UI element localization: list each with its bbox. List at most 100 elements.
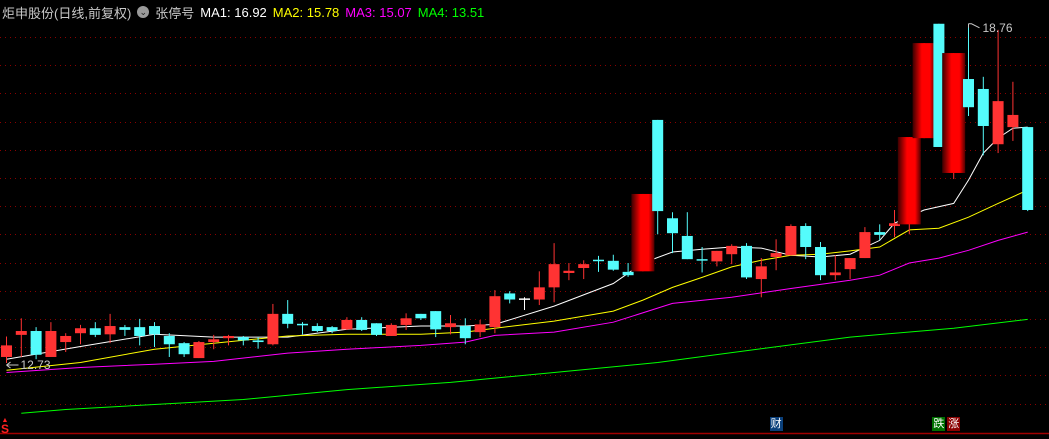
candle-body <box>963 79 974 108</box>
candle-body <box>1022 127 1034 210</box>
candle <box>741 243 752 280</box>
candle-body <box>134 327 146 336</box>
high-price-pointer-icon <box>968 23 980 29</box>
ma3-value: MA3: 15.07 <box>345 4 412 20</box>
candle <box>548 243 560 303</box>
candle-body <box>178 343 190 355</box>
candle-body <box>741 245 752 278</box>
candle <box>563 263 575 281</box>
candle-body <box>297 323 308 326</box>
ma1-line <box>6 126 1028 360</box>
candle-body <box>119 327 131 330</box>
candle <box>607 254 619 271</box>
candle-body <box>533 287 545 300</box>
ma2-value: MA2: 15.78 <box>272 4 340 20</box>
candle <box>1007 81 1019 141</box>
chevron-down-icon[interactable]: ⌄ <box>137 6 150 18</box>
candle-body <box>459 326 471 339</box>
candle-body <box>800 226 812 248</box>
candle-body <box>770 253 782 257</box>
candle <box>593 255 604 272</box>
candle <box>711 250 723 267</box>
candle <box>489 290 501 334</box>
candle-body <box>371 323 382 335</box>
candle <box>178 342 190 357</box>
grid-lines <box>0 37 1049 405</box>
candle-body <box>977 88 989 126</box>
high-price-label: 18.76 <box>983 21 1013 35</box>
candle <box>785 224 797 256</box>
stock-title: 炬申股份(日线,前复权) <box>2 5 132 21</box>
candle <box>267 303 279 346</box>
candle-body <box>667 218 678 234</box>
candle-body <box>815 247 826 276</box>
candle-body <box>267 313 279 345</box>
limit-up-candle-body <box>631 193 655 272</box>
candle-body <box>726 245 738 255</box>
candle <box>578 260 590 280</box>
candle <box>667 212 678 254</box>
limit-up-marker[interactable]: 涨 <box>947 417 961 431</box>
candle <box>992 29 1004 154</box>
limit-down-marker[interactable]: 跌 <box>932 417 946 431</box>
candle <box>15 318 27 357</box>
candle-body <box>1007 114 1019 128</box>
candle <box>859 227 871 259</box>
candle <box>30 327 42 360</box>
candle <box>193 340 205 359</box>
finance-marker[interactable]: 财 <box>769 417 783 431</box>
candle-body <box>89 328 101 335</box>
ma1-value: MA1: 16.92 <box>200 4 267 20</box>
indicator-name[interactable]: 张停号 <box>155 3 194 22</box>
candle-body <box>45 331 57 357</box>
candle <box>311 323 323 333</box>
candle <box>942 53 966 180</box>
candle-body <box>326 327 338 332</box>
limit-up-candle-body <box>942 53 966 173</box>
candle-body <box>652 119 664 212</box>
candle <box>977 76 989 156</box>
candle-body <box>785 226 797 256</box>
ma4-value: MA4: 13.51 <box>417 4 485 20</box>
ma2-line <box>6 189 1028 371</box>
candle-body <box>15 331 27 335</box>
candle-body <box>356 319 368 330</box>
buy-signal-text: S <box>1 422 10 436</box>
candle-body <box>208 339 220 343</box>
candle-body <box>474 324 486 333</box>
candle <box>400 313 412 330</box>
candle <box>60 333 72 353</box>
candle-body <box>193 342 205 359</box>
candle <box>844 258 856 280</box>
candle-body <box>829 272 841 276</box>
candle <box>385 323 397 336</box>
candle-body <box>252 340 264 343</box>
candle <box>415 313 427 320</box>
candlestick-chart[interactable]: 18.76 12.73 <box>0 0 1049 439</box>
candle <box>912 43 936 139</box>
candle <box>459 318 471 345</box>
candle <box>223 334 234 346</box>
candle-body <box>149 326 160 335</box>
limit-up-candle-body <box>912 43 936 139</box>
candle-body <box>548 264 560 288</box>
candle <box>104 313 116 344</box>
candle <box>815 242 826 281</box>
candle-body <box>504 293 516 300</box>
candle <box>445 314 456 335</box>
candle <box>829 255 841 281</box>
candle-body <box>1 345 12 357</box>
candle-body <box>874 232 886 235</box>
candle-body <box>622 271 634 276</box>
limit-up-candle-body <box>897 137 921 225</box>
candle-body <box>341 319 353 330</box>
candle <box>874 224 886 241</box>
candle <box>519 297 530 311</box>
candle <box>119 324 131 336</box>
candle-body <box>30 331 42 355</box>
candle-body <box>282 313 294 324</box>
candle <box>45 322 57 357</box>
candle-body <box>163 335 175 345</box>
candle <box>533 271 545 306</box>
buy-signal-marker[interactable]: ▲ S <box>1 417 10 436</box>
